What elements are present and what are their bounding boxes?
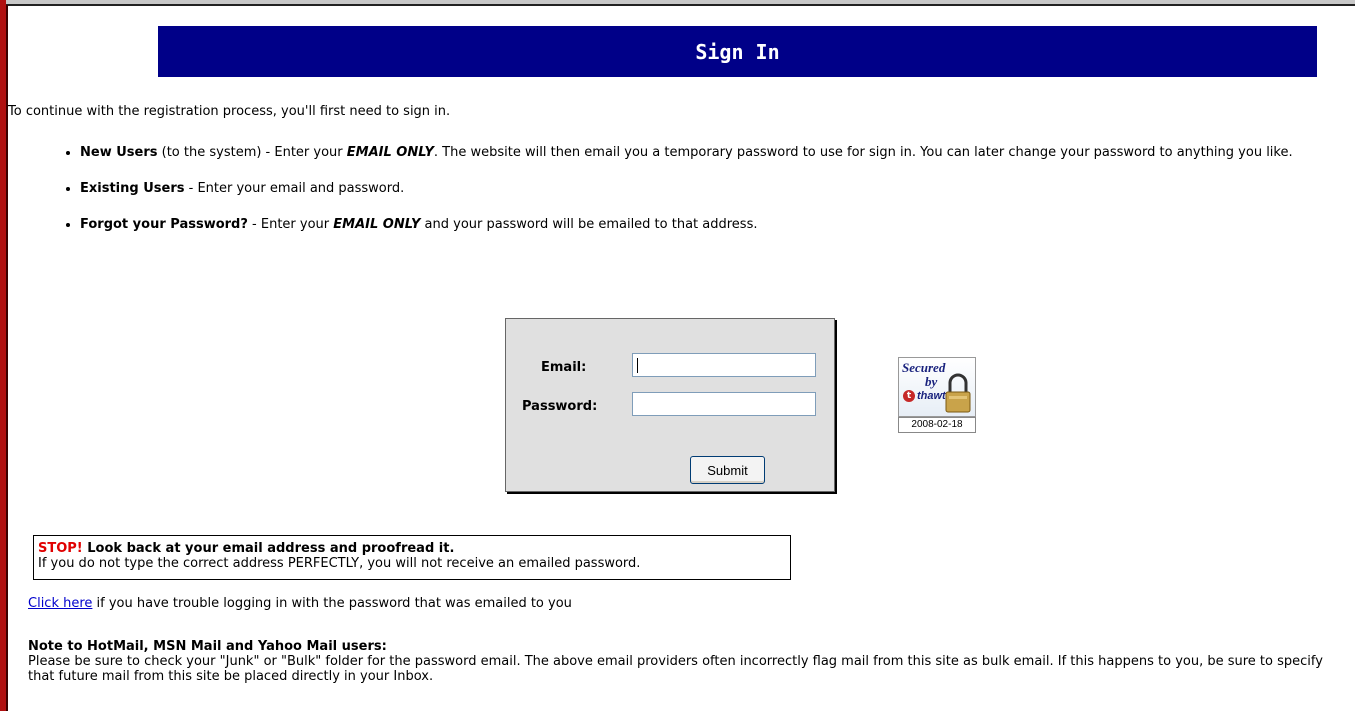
warning-headline: Look back at your email address and proo… [82, 541, 455, 556]
submit-button[interactable]: Submit [690, 456, 765, 484]
bullet-term: Forgot your Password? [80, 217, 248, 232]
seal-date: 2008-02-18 [898, 417, 976, 433]
stop-label: STOP! [38, 541, 83, 556]
list-item-new-users: New Users (to the system) - Enter your E… [80, 145, 1308, 160]
bullet-text: - Enter your [247, 217, 334, 232]
thawte-logo-icon: t [903, 390, 915, 402]
window-top-border-line [0, 4, 1355, 6]
seal-secured-text: Secured [902, 360, 946, 375]
bullet-term: Existing Users [80, 181, 185, 196]
bullet-text: and your password will be emailed to tha… [420, 217, 758, 232]
password-input[interactable] [632, 392, 816, 416]
bullet-text: - Enter your email and password. [184, 181, 405, 196]
seal-by-text: by [925, 374, 938, 389]
login-form: Email: Password: Submit [505, 318, 835, 492]
padlock-icon [945, 373, 971, 413]
thawte-seal[interactable]: Secured by t thawte 2008-02-18 [898, 357, 976, 433]
list-item-forgot-password: Forgot your Password? - Enter your EMAIL… [80, 217, 1308, 232]
instructions-list: New Users (to the system) - Enter your E… [8, 145, 1308, 253]
bullet-emphasis: EMAIL ONLY [346, 145, 434, 160]
bullet-text: (to the system) - Enter your [157, 145, 347, 160]
email-input[interactable] [632, 353, 816, 377]
trouble-line: Click here if you have trouble logging i… [28, 596, 572, 611]
page-title: Sign In [695, 39, 780, 64]
seal-badge: Secured by t thawte [898, 357, 976, 417]
text-caret [637, 358, 638, 373]
password-label: Password: [522, 399, 598, 414]
click-here-link[interactable]: Click here [28, 596, 92, 611]
email-label: Email: [541, 360, 587, 375]
list-item-existing-users: Existing Users - Enter your email and pa… [80, 181, 1308, 196]
warning-body: If you do not type the correct address P… [38, 556, 641, 571]
page-title-bar: Sign In [158, 26, 1317, 77]
trouble-text: if you have trouble logging in with the … [92, 596, 572, 611]
email-provider-note: Note to HotMail, MSN Mail and Yahoo Mail… [28, 639, 1338, 684]
proofread-warning: STOP! Look back at your email address an… [33, 535, 791, 580]
intro-text: To continue with the registration proces… [8, 104, 451, 119]
note-title: Note to HotMail, MSN Mail and Yahoo Mail… [28, 639, 387, 654]
bullet-emphasis: EMAIL ONLY [333, 217, 421, 232]
note-body: Please be sure to check your "Junk" or "… [28, 654, 1323, 684]
bullet-text: . The website will then email you a temp… [433, 145, 1293, 160]
bullet-term: New Users [80, 145, 158, 160]
